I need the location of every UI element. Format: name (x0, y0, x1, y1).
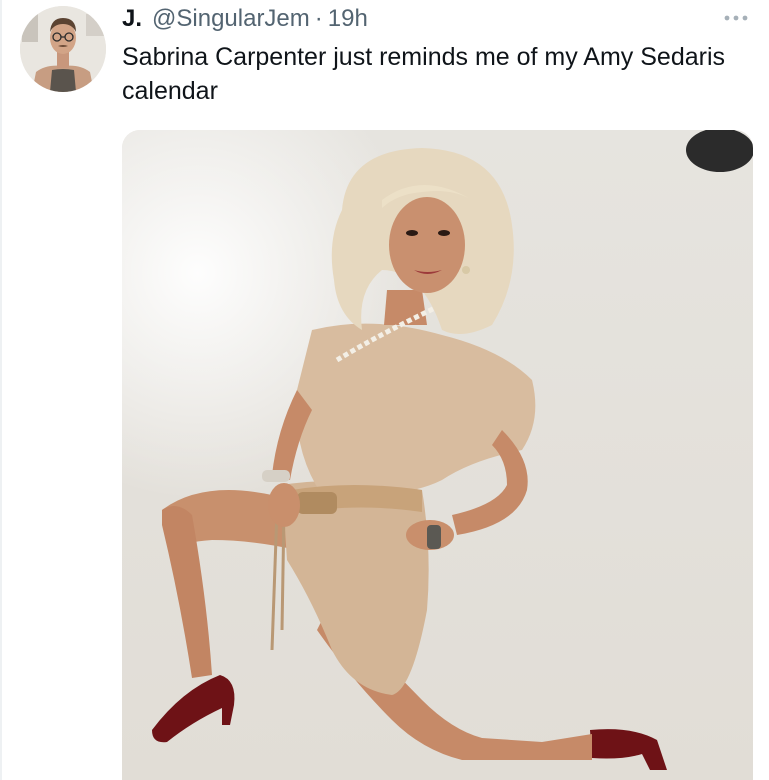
tweet-text: Sabrina Carpenter just reminds me of my … (122, 43, 726, 105)
tweet-media-photo[interactable] (122, 130, 753, 780)
more-options-button[interactable] (719, 8, 753, 28)
avatar[interactable] (20, 6, 106, 92)
separator-dot: · (314, 5, 323, 32)
display-name[interactable]: J. (122, 5, 142, 33)
tweet-card[interactable]: J. @SingularJem · 19h Sabrina Carpenter … (0, 0, 769, 780)
timeline-divider (0, 0, 2, 780)
avatar-image (20, 6, 106, 92)
more-options-icon (724, 15, 748, 21)
user-handle[interactable]: @SingularJem (152, 5, 310, 33)
timestamp[interactable]: 19h (328, 5, 368, 33)
calendar-photo (122, 130, 753, 780)
tweet-header: J. @SingularJem · 19h (122, 4, 368, 34)
